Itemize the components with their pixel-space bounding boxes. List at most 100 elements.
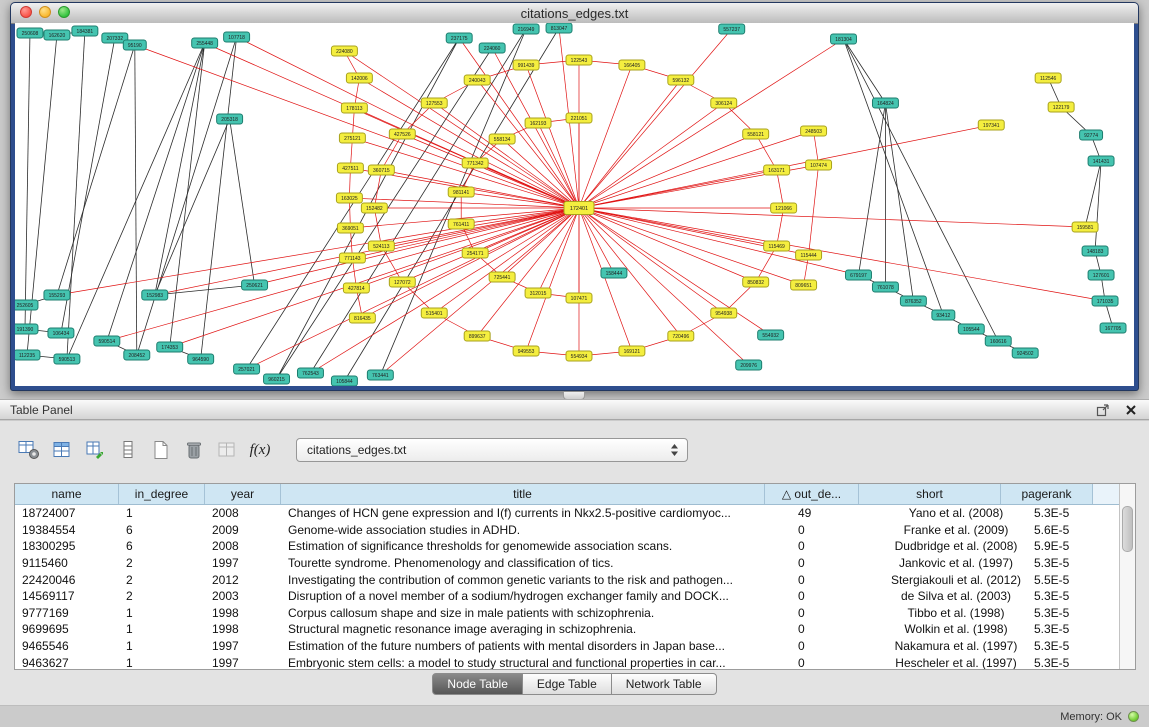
graph-node[interactable]: 763441 xyxy=(367,370,393,380)
graph-node[interactable]: 954938 xyxy=(711,308,737,318)
graph-node[interactable]: 209976 xyxy=(736,360,762,370)
graph-node[interactable]: 166405 xyxy=(619,60,645,70)
column-header-out_degree[interactable]: △ out_de... xyxy=(765,484,859,504)
table-mode-button[interactable] xyxy=(115,437,141,463)
graph-node[interactable]: 221051 xyxy=(566,113,592,123)
graph-node[interactable]: 515401 xyxy=(421,308,447,318)
float-panel-button[interactable] xyxy=(1095,402,1111,418)
graph-node[interactable]: 127601 xyxy=(1088,270,1114,280)
graph-node[interactable]: 850832 xyxy=(743,277,769,287)
table-row[interactable]: 2242004622012Investigating the contribut… xyxy=(15,571,1119,588)
graph-node[interactable]: 558121 xyxy=(743,129,769,139)
graph-node[interactable]: 158444 xyxy=(601,268,627,278)
graph-node[interactable]: 172401 xyxy=(564,202,594,215)
zoom-window-button[interactable] xyxy=(58,6,70,18)
graph-node[interactable]: 141431 xyxy=(1088,156,1114,166)
table-row[interactable]: 911546021997Tourette syndrome. Phenomeno… xyxy=(15,555,1119,572)
column-header-title[interactable]: title xyxy=(281,484,765,504)
graph-node[interactable]: 590513 xyxy=(54,354,80,364)
graph-node[interactable]: 160616 xyxy=(985,336,1011,346)
show-columns-button[interactable] xyxy=(49,437,75,463)
graph-node[interactable]: 105544 xyxy=(958,324,984,334)
graph-node[interactable]: 981141 xyxy=(448,187,474,197)
table-row[interactable]: 977716911998Corpus callosum shape and si… xyxy=(15,605,1119,622)
graph-node[interactable]: 163025 xyxy=(336,193,362,203)
vertical-scrollbar[interactable] xyxy=(1119,484,1135,669)
graph-node[interactable]: 427511 xyxy=(337,163,363,173)
minimize-window-button[interactable] xyxy=(39,6,51,18)
graph-node[interactable]: 171035 xyxy=(1092,296,1118,306)
graph-node[interactable]: 250608 xyxy=(17,28,43,38)
import-table-button[interactable] xyxy=(82,437,108,463)
graph-node[interactable]: 558134 xyxy=(489,134,515,144)
graph-node[interactable]: 725441 xyxy=(489,272,515,282)
graph-node[interactable]: 255448 xyxy=(192,38,218,48)
graph-node[interactable]: 112546 xyxy=(1035,73,1061,83)
graph-node[interactable]: 205318 xyxy=(217,114,243,124)
function-builder-button[interactable]: f(x) xyxy=(247,437,273,463)
table-row[interactable]: 946362711997Embryonic stem cells: a mode… xyxy=(15,654,1119,669)
graph-node[interactable]: 771342 xyxy=(462,158,488,168)
graph-node[interactable]: 159581 xyxy=(1072,222,1098,232)
graph-node[interactable]: 240043 xyxy=(464,75,490,85)
column-header-year[interactable]: year xyxy=(205,484,281,504)
column-header-in_degree[interactable]: in_degree xyxy=(119,484,205,504)
graph-node[interactable]: 224080 xyxy=(331,46,357,56)
graph-node[interactable]: 557237 xyxy=(719,24,745,34)
graph-node[interactable]: 121066 xyxy=(771,203,797,213)
network-canvas[interactable]: 2506081626201843812073329519025544810771… xyxy=(15,23,1134,386)
graph-node[interactable]: 142006 xyxy=(346,73,372,83)
graph-node[interactable]: 991439 xyxy=(513,60,539,70)
table-row[interactable]: 1938455462009Genome-wide association stu… xyxy=(15,522,1119,539)
close-window-button[interactable] xyxy=(20,6,32,18)
delete-column-button[interactable] xyxy=(181,437,207,463)
graph-node[interactable]: 191390 xyxy=(15,324,38,334)
graph-node[interactable]: 122543 xyxy=(566,55,592,65)
graph-node[interactable]: 761411 xyxy=(448,219,474,229)
graph-node[interactable]: 216949 xyxy=(513,24,539,34)
graph-node[interactable]: 554934 xyxy=(566,351,592,361)
graph-node[interactable]: 163171 xyxy=(764,165,790,175)
graph-node[interactable]: 169121 xyxy=(619,346,645,356)
column-header-name[interactable]: name xyxy=(15,484,119,504)
tab-edge-table[interactable]: Edge Table xyxy=(523,673,612,695)
graph-node[interactable]: 876352 xyxy=(900,296,926,306)
graph-node[interactable]: 167705 xyxy=(1100,323,1126,333)
graph-node[interactable]: 174353 xyxy=(157,342,183,352)
graph-node[interactable]: 248503 xyxy=(801,126,827,136)
graph-node[interactable]: 237175 xyxy=(446,33,472,43)
graph-node[interactable]: 178113 xyxy=(341,103,367,113)
graph-node[interactable]: 312015 xyxy=(525,288,551,298)
graph-node[interactable]: 899637 xyxy=(464,331,490,341)
network-window-titlebar[interactable]: citations_edges.txt xyxy=(11,3,1138,24)
graph-node[interactable]: 106434 xyxy=(48,328,74,338)
graph-node[interactable]: 813047 xyxy=(546,23,572,33)
graph-node[interactable]: 112235 xyxy=(15,350,40,360)
column-header-pagerank[interactable]: pagerank xyxy=(1001,484,1093,504)
tab-network-table[interactable]: Network Table xyxy=(612,673,717,695)
graph-node[interactable]: 155293 xyxy=(44,290,70,300)
graph-node[interactable]: 107718 xyxy=(224,32,250,42)
graph-node[interactable]: 105844 xyxy=(331,376,357,386)
graph-node[interactable]: 679197 xyxy=(846,270,872,280)
graph-node[interactable]: 369051 xyxy=(337,223,363,233)
graph-node[interactable]: 254171 xyxy=(462,248,488,258)
graph-node[interactable]: 964590 xyxy=(188,354,214,364)
table-settings-button[interactable] xyxy=(16,437,42,463)
graph-node[interactable]: 107471 xyxy=(566,293,592,303)
graph-node[interactable]: 427526 xyxy=(389,129,415,139)
table-row[interactable]: 1872400712008Changes of HCN gene express… xyxy=(15,505,1119,522)
graph-node[interactable]: 184381 xyxy=(72,26,98,36)
graph-node[interactable]: 162620 xyxy=(44,30,70,40)
graph-node[interactable]: 224060 xyxy=(479,43,505,53)
close-panel-button[interactable] xyxy=(1123,402,1139,418)
graph-node[interactable]: 257021 xyxy=(234,364,260,374)
graph-node[interactable]: 590514 xyxy=(94,336,120,346)
tab-node-table[interactable]: Node Table xyxy=(432,673,523,695)
graph-node[interactable]: 427814 xyxy=(343,283,369,293)
graph-node[interactable]: 197341 xyxy=(978,120,1004,130)
graph-node[interactable]: 524113 xyxy=(368,241,394,251)
graph-node[interactable]: 208452 xyxy=(124,350,150,360)
table-row[interactable]: 1456911722003Disruption of a novel membe… xyxy=(15,588,1119,605)
vertical-scrollbar-thumb[interactable] xyxy=(1122,506,1133,552)
